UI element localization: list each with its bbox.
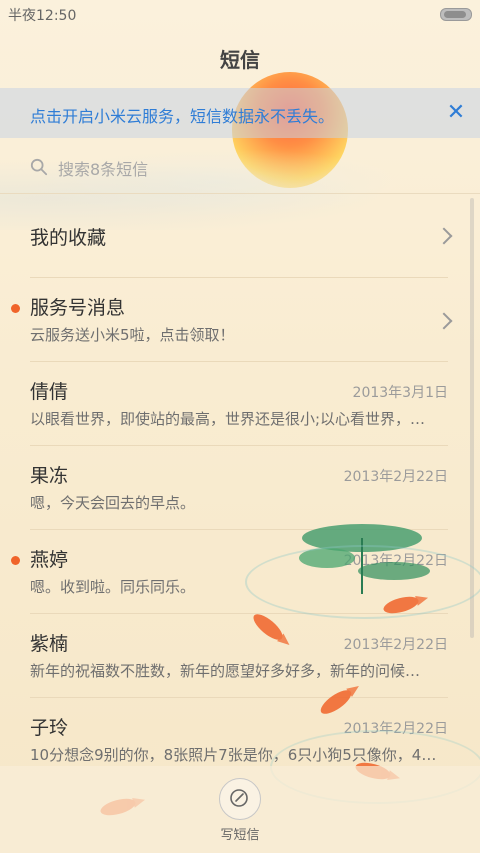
chevron-right-icon <box>435 227 453 245</box>
list-item[interactable]: 服务号消息 云服务送小米5啦，点击领取！ <box>0 278 480 362</box>
compose-label[interactable]: 写短信 <box>0 824 480 843</box>
unread-dot <box>11 556 20 565</box>
list-item[interactable]: 倩倩 2013年3月1日 以眼看世界，即使站的最高，世界还是很小;以心看世界，… <box>0 362 480 446</box>
search-icon <box>30 158 48 176</box>
contact-name: 倩倩 <box>30 381 69 403</box>
message-date: 2013年2月22日 <box>343 637 448 653</box>
favorites-label: 我的收藏 <box>30 227 107 249</box>
favorites-row[interactable]: 我的收藏 <box>0 194 480 278</box>
page-title: 短信 <box>220 48 260 72</box>
message-preview: 嗯，今天会回去的早点。 <box>30 494 196 512</box>
contact-name: 子玲 <box>30 717 69 739</box>
list-item[interactable]: 紫楠 2013年2月22日 新年的祝福数不胜数，新年的愿望好多好多，新年的问候… <box>0 614 480 698</box>
banner-text[interactable]: 点击开启小米云服务，短信数据永不丢失。 <box>30 103 334 127</box>
contact-name: 燕婷 <box>30 549 69 571</box>
status-time: 半夜12:50 <box>8 8 77 24</box>
message-date: 2013年3月1日 <box>352 385 448 401</box>
message-preview: 新年的祝福数不胜数，新年的愿望好多好多，新年的问候… <box>30 662 421 680</box>
message-preview: 云服务送小米5啦，点击领取！ <box>30 326 235 344</box>
close-icon[interactable]: ✕ <box>444 102 468 126</box>
message-date: 2013年2月22日 <box>343 469 448 485</box>
contact-name: 果冻 <box>30 465 69 487</box>
message-preview: 以眼看世界，即使站的最高，世界还是很小;以心看世界，… <box>30 410 426 428</box>
compose-icon <box>230 789 248 807</box>
status-bar: 半夜12:50 <box>0 0 480 28</box>
search-input[interactable]: 搜索8条短信 <box>58 156 148 180</box>
contact-name: 紫楠 <box>30 633 69 655</box>
battery-icon <box>440 8 472 21</box>
contact-name: 服务号消息 <box>30 297 126 319</box>
water-ripple-decoration <box>245 545 480 619</box>
conversation-list[interactable]: 我的收藏 服务号消息 云服务送小米5啦，点击领取！ 倩倩 2013年3月1日 以… <box>0 194 480 766</box>
unread-dot <box>11 304 20 313</box>
